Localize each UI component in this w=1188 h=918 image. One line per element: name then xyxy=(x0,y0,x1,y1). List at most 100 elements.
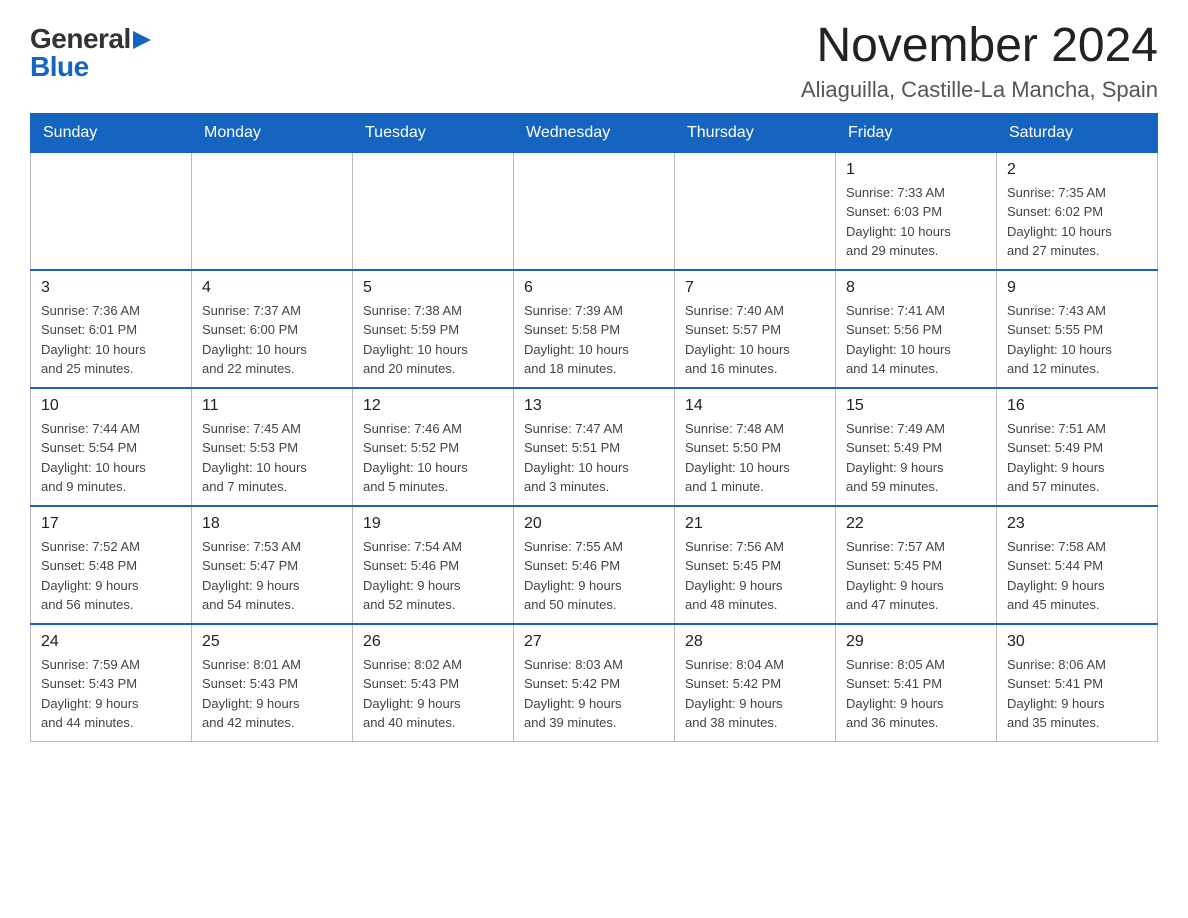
day-number: 1 xyxy=(846,161,986,179)
logo-blue-text: Blue xyxy=(30,53,89,81)
day-info: Sunrise: 7:33 AMSunset: 6:03 PMDaylight:… xyxy=(846,183,986,261)
header-saturday: Saturday xyxy=(997,113,1158,152)
day-info: Sunrise: 7:35 AMSunset: 6:02 PMDaylight:… xyxy=(1007,183,1147,261)
day-info: Sunrise: 8:02 AMSunset: 5:43 PMDaylight:… xyxy=(363,655,503,733)
calendar-cell-w2-d3: 5Sunrise: 7:38 AMSunset: 5:59 PMDaylight… xyxy=(353,270,514,388)
day-number: 16 xyxy=(1007,397,1147,415)
day-number: 7 xyxy=(685,279,825,297)
day-number: 26 xyxy=(363,633,503,651)
calendar-cell-w3-d6: 15 Sunrise: 7:49 AMSunset: 5:49 PMDayligh… xyxy=(836,388,997,506)
day-number: 4 xyxy=(202,279,342,297)
day-number: 17 xyxy=(41,515,181,533)
day-info: Sunrise: 8:04 AMSunset: 5:42 PMDaylight:… xyxy=(685,655,825,733)
logo: General Blue xyxy=(30,20,151,81)
calendar-cell-w5-d4: 27 Sunrise: 8:03 AMSunset: 5:42 PMDayligh… xyxy=(514,624,675,742)
day-number: 24 xyxy=(41,633,181,651)
calendar-cell-w4-d6: 22 Sunrise: 7:57 AMSunset: 5:45 PMDayligh… xyxy=(836,506,997,624)
day-info: Sunrise: 7:51 AMSunset: 5:49 PMDaylight:… xyxy=(1007,419,1147,497)
day-info: Sunrise: 7:52 AMSunset: 5:48 PMDaylight:… xyxy=(41,537,181,615)
day-number: 20 xyxy=(524,515,664,533)
day-info: Sunrise: 7:39 AMSunset: 5:58 PMDaylight:… xyxy=(524,301,664,379)
header-friday: Friday xyxy=(836,113,997,152)
day-number: 22 xyxy=(846,515,986,533)
logo-triangle-icon xyxy=(133,31,151,49)
day-info: Sunrise: 7:53 AMSunset: 5:47 PMDaylight:… xyxy=(202,537,342,615)
day-number: 18 xyxy=(202,515,342,533)
calendar-cell-w2-d2: 4 Sunrise: 7:37 AMSunset: 6:00 PMDaylight… xyxy=(192,270,353,388)
calendar-cell-w3-d3: 12Sunrise: 7:46 AMSunset: 5:52 PMDayligh… xyxy=(353,388,514,506)
calendar-week-2: 3 Sunrise: 7:36 AMSunset: 6:01 PMDaylight… xyxy=(31,270,1158,388)
day-info: Sunrise: 7:56 AMSunset: 5:45 PMDaylight:… xyxy=(685,537,825,615)
day-number: 6 xyxy=(524,279,664,297)
day-info: Sunrise: 7:49 AMSunset: 5:49 PMDaylight:… xyxy=(846,419,986,497)
calendar-cell-w5-d5: 28 Sunrise: 8:04 AMSunset: 5:42 PMDayligh… xyxy=(675,624,836,742)
day-number: 10 xyxy=(41,397,181,415)
calendar-cell-w3-d2: 11 Sunrise: 7:45 AMSunset: 5:53 PMDayligh… xyxy=(192,388,353,506)
calendar-cell-w1-d7: 2Sunrise: 7:35 AMSunset: 6:02 PMDaylight… xyxy=(997,152,1158,270)
day-info: Sunrise: 7:59 AMSunset: 5:43 PMDaylight:… xyxy=(41,655,181,733)
calendar-cell-w1-d5 xyxy=(675,152,836,270)
day-info: Sunrise: 8:06 AMSunset: 5:41 PMDaylight:… xyxy=(1007,655,1147,733)
day-info: Sunrise: 7:55 AMSunset: 5:46 PMDaylight:… xyxy=(524,537,664,615)
day-number: 15 xyxy=(846,397,986,415)
calendar-cell-w5-d7: 30 Sunrise: 8:06 AMSunset: 5:41 PMDayligh… xyxy=(997,624,1158,742)
title-section: November 2024 Aliaguilla, Castille-La Ma… xyxy=(801,20,1158,103)
calendar-cell-w3-d7: 16 Sunrise: 7:51 AMSunset: 5:49 PMDayligh… xyxy=(997,388,1158,506)
header-monday: Monday xyxy=(192,113,353,152)
day-number: 9 xyxy=(1007,279,1147,297)
logo-general-text: General xyxy=(30,25,131,53)
calendar-cell-w1-d3 xyxy=(353,152,514,270)
calendar-cell-w5-d1: 24 Sunrise: 7:59 AMSunset: 5:43 PMDayligh… xyxy=(31,624,192,742)
day-number: 14 xyxy=(685,397,825,415)
day-number: 12 xyxy=(363,397,503,415)
calendar-cell-w4-d7: 23 Sunrise: 7:58 AMSunset: 5:44 PMDayligh… xyxy=(997,506,1158,624)
header-wednesday: Wednesday xyxy=(514,113,675,152)
day-info: Sunrise: 8:05 AMSunset: 5:41 PMDaylight:… xyxy=(846,655,986,733)
day-info: Sunrise: 7:57 AMSunset: 5:45 PMDaylight:… xyxy=(846,537,986,615)
calendar-cell-w4-d3: 19Sunrise: 7:54 AMSunset: 5:46 PMDayligh… xyxy=(353,506,514,624)
day-number: 13 xyxy=(524,397,664,415)
day-info: Sunrise: 7:45 AMSunset: 5:53 PMDaylight:… xyxy=(202,419,342,497)
calendar-week-1: 1 Sunrise: 7:33 AMSunset: 6:03 PMDaylight… xyxy=(31,152,1158,270)
calendar-week-3: 10 Sunrise: 7:44 AMSunset: 5:54 PMDayligh… xyxy=(31,388,1158,506)
calendar-cell-w4-d1: 17 Sunrise: 7:52 AMSunset: 5:48 PMDayligh… xyxy=(31,506,192,624)
day-info: Sunrise: 7:48 AMSunset: 5:50 PMDaylight:… xyxy=(685,419,825,497)
day-number: 30 xyxy=(1007,633,1147,651)
calendar-cell-w2-d7: 9 Sunrise: 7:43 AMSunset: 5:55 PMDaylight… xyxy=(997,270,1158,388)
calendar-cell-w4-d2: 18 Sunrise: 7:53 AMSunset: 5:47 PMDayligh… xyxy=(192,506,353,624)
calendar-header-row: Sunday Monday Tuesday Wednesday Thursday… xyxy=(31,113,1158,152)
calendar-table: Sunday Monday Tuesday Wednesday Thursday… xyxy=(30,113,1158,742)
calendar-cell-w4-d5: 21 Sunrise: 7:56 AMSunset: 5:45 PMDayligh… xyxy=(675,506,836,624)
calendar-title: November 2024 xyxy=(801,20,1158,73)
calendar-cell-w3-d1: 10 Sunrise: 7:44 AMSunset: 5:54 PMDayligh… xyxy=(31,388,192,506)
day-info: Sunrise: 7:37 AMSunset: 6:00 PMDaylight:… xyxy=(202,301,342,379)
calendar-cell-w5-d2: 25Sunrise: 8:01 AMSunset: 5:43 PMDayligh… xyxy=(192,624,353,742)
day-number: 28 xyxy=(685,633,825,651)
day-number: 27 xyxy=(524,633,664,651)
calendar-cell-w5-d3: 26 Sunrise: 8:02 AMSunset: 5:43 PMDayligh… xyxy=(353,624,514,742)
calendar-cell-w1-d4 xyxy=(514,152,675,270)
day-number: 21 xyxy=(685,515,825,533)
calendar-week-4: 17 Sunrise: 7:52 AMSunset: 5:48 PMDayligh… xyxy=(31,506,1158,624)
day-info: Sunrise: 7:44 AMSunset: 5:54 PMDaylight:… xyxy=(41,419,181,497)
day-number: 3 xyxy=(41,279,181,297)
day-info: Sunrise: 7:40 AMSunset: 5:57 PMDaylight:… xyxy=(685,301,825,379)
day-number: 23 xyxy=(1007,515,1147,533)
calendar-cell-w3-d4: 13Sunrise: 7:47 AMSunset: 5:51 PMDayligh… xyxy=(514,388,675,506)
day-number: 11 xyxy=(202,397,342,415)
calendar-cell-w2-d4: 6 Sunrise: 7:39 AMSunset: 5:58 PMDaylight… xyxy=(514,270,675,388)
calendar-cell-w5-d6: 29Sunrise: 8:05 AMSunset: 5:41 PMDayligh… xyxy=(836,624,997,742)
header-tuesday: Tuesday xyxy=(353,113,514,152)
calendar-cell-w2-d6: 8Sunrise: 7:41 AMSunset: 5:56 PMDaylight… xyxy=(836,270,997,388)
calendar-cell-w1-d1 xyxy=(31,152,192,270)
calendar-week-5: 24 Sunrise: 7:59 AMSunset: 5:43 PMDayligh… xyxy=(31,624,1158,742)
day-info: Sunrise: 7:36 AMSunset: 6:01 PMDaylight:… xyxy=(41,301,181,379)
day-info: Sunrise: 8:03 AMSunset: 5:42 PMDaylight:… xyxy=(524,655,664,733)
calendar-cell-w2-d5: 7 Sunrise: 7:40 AMSunset: 5:57 PMDaylight… xyxy=(675,270,836,388)
day-number: 5 xyxy=(363,279,503,297)
day-info: Sunrise: 7:43 AMSunset: 5:55 PMDaylight:… xyxy=(1007,301,1147,379)
day-info: Sunrise: 7:41 AMSunset: 5:56 PMDaylight:… xyxy=(846,301,986,379)
calendar-cell-w1-d2 xyxy=(192,152,353,270)
day-info: Sunrise: 8:01 AMSunset: 5:43 PMDaylight:… xyxy=(202,655,342,733)
day-info: Sunrise: 7:58 AMSunset: 5:44 PMDaylight:… xyxy=(1007,537,1147,615)
